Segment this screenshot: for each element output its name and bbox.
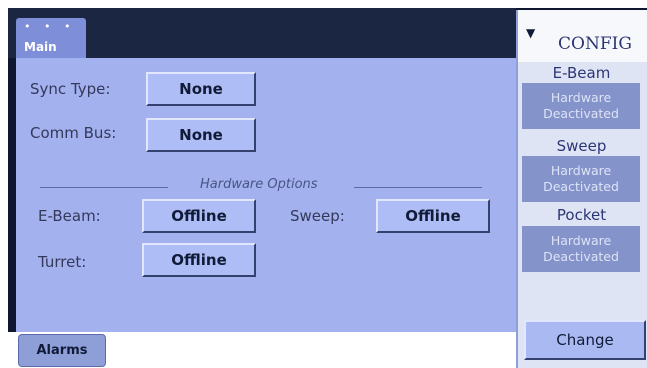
status-line: Deactivated	[543, 106, 619, 121]
config-section-sweep-title: Sweep	[556, 137, 607, 155]
config-section-sweep-status[interactable]: Hardware Deactivated	[522, 156, 640, 202]
tab-main[interactable]: • • • Main	[16, 18, 86, 58]
config-title: CONFIG	[558, 34, 632, 54]
status-line: Deactivated	[543, 249, 619, 264]
config-section-pocket-status[interactable]: Hardware Deactivated	[522, 226, 640, 272]
sweep-button[interactable]: Offline	[376, 199, 490, 233]
status-line: Hardware	[550, 90, 612, 105]
hardware-options-heading: Hardware Options	[200, 177, 318, 192]
divider-left	[40, 187, 168, 188]
divider-right	[354, 187, 482, 188]
status-line: Hardware	[550, 233, 612, 248]
comm-bus-button[interactable]: None	[146, 118, 256, 152]
dropdown-arrow-icon[interactable]: ▼	[526, 26, 535, 40]
alarms-button[interactable]: Alarms	[18, 334, 106, 367]
tab-main-label: Main	[24, 40, 57, 54]
ebeam-label: E-Beam:	[38, 207, 101, 225]
ebeam-button[interactable]: Offline	[142, 199, 256, 233]
main-panel	[16, 58, 516, 332]
dots-icon: • • •	[24, 20, 76, 33]
sync-type-button[interactable]: None	[146, 72, 256, 106]
config-section-ebeam-title: E-Beam	[552, 64, 611, 82]
status-line: Hardware	[550, 163, 612, 178]
change-button[interactable]: Change	[524, 320, 646, 360]
config-section-pocket-title: Pocket	[556, 206, 607, 224]
sync-type-label: Sync Type:	[30, 80, 111, 98]
turret-label: Turret:	[38, 253, 87, 271]
sweep-label: Sweep:	[290, 207, 345, 225]
comm-bus-label: Comm Bus:	[30, 124, 117, 142]
turret-button[interactable]: Offline	[142, 243, 256, 277]
config-section-ebeam-status[interactable]: Hardware Deactivated	[522, 83, 640, 129]
status-line: Deactivated	[543, 179, 619, 194]
